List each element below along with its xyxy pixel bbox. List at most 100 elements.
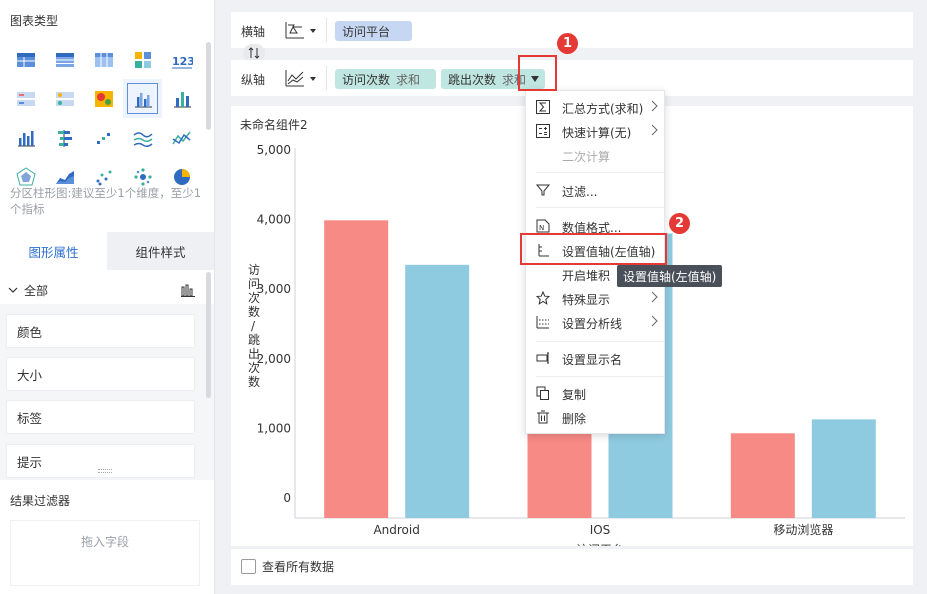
highlight-box-value-axis: [520, 233, 667, 265]
y-axis-label: 纵轴: [241, 73, 266, 87]
rename-icon: [536, 352, 549, 364]
highlight-box-dropdown: [518, 55, 557, 91]
menu-item-label: 复制: [562, 388, 587, 402]
show-all-data[interactable]: 查看所有数据: [241, 558, 334, 575]
x-field-pill[interactable]: 访问平台: [335, 21, 412, 41]
step-badge-2: 2: [669, 213, 690, 234]
menu-divider: [536, 207, 664, 208]
menu-item-analysis-line[interactable]: 设置分析线: [526, 310, 666, 334]
waterfall-icon[interactable]: [84, 118, 123, 157]
x-tick-label: 移动浏览器: [773, 522, 833, 537]
property-size[interactable]: 大小: [6, 357, 195, 391]
color-block-icon[interactable]: [123, 40, 162, 79]
show-all-checkbox[interactable]: [241, 559, 256, 574]
menu-divider: [536, 376, 664, 377]
x-field-label: 访问平台: [342, 24, 391, 39]
bar-chart-icon[interactable]: [180, 282, 196, 298]
chart-type-scrollbar[interactable]: [206, 42, 211, 130]
step-badge-1: 1: [557, 33, 578, 54]
menu-item-display-name[interactable]: 设置显示名: [526, 346, 666, 370]
divider: [326, 66, 327, 90]
y-field-pill-visits[interactable]: 访问次数 求和: [335, 69, 436, 89]
show-all-label: 查看所有数据: [262, 560, 335, 574]
x-axis-label: 横轴: [241, 25, 266, 39]
menu-item-aggregation[interactable]: 汇总方式(求和): [526, 95, 666, 119]
menu-item-label: 二次计算: [562, 150, 611, 164]
bar-visits: [324, 220, 389, 518]
filter-drop-zone[interactable]: 拖入字段: [10, 520, 200, 586]
menu-item-label: 设置显示名: [562, 353, 623, 367]
bar-bounces: [811, 419, 876, 518]
chart-type-grid: 123: [6, 40, 202, 196]
left-panel: 图表类型 123 分区柱形图:建议至少1个维度，至少1个指标 图形属性 组件样式: [0, 0, 215, 594]
tooltip: 设置值轴(左值轴): [617, 265, 723, 287]
property-tabs: 图形属性 组件样式: [0, 232, 214, 270]
menu-item-copy[interactable]: 复制: [526, 381, 666, 405]
y-tick-label: 2,000: [257, 352, 291, 366]
heatmap-icon[interactable]: [84, 79, 123, 118]
copy-icon: [536, 386, 549, 400]
chevron-right-icon: [651, 315, 658, 327]
y-tick-label: 4,000: [257, 213, 291, 227]
y-tick-label: 5,000: [257, 143, 291, 157]
y-tick-label: 1,000: [257, 421, 291, 435]
menu-divider: [536, 341, 664, 342]
menu-item-delete[interactable]: 删除: [526, 405, 666, 429]
star-icon: [536, 291, 550, 305]
y-axis-chart-icon[interactable]: [284, 67, 306, 89]
property-color[interactable]: 颜色: [6, 314, 195, 348]
horizontal-bar-icon[interactable]: [45, 118, 84, 157]
tab-component-style[interactable]: 组件样式: [107, 232, 214, 270]
group-table-icon[interactable]: [45, 40, 84, 79]
property-scrollbar[interactable]: [206, 272, 211, 398]
indicator-card-icon[interactable]: [45, 79, 84, 118]
menu-item-label: 汇总方式(求和): [562, 102, 644, 116]
grouped-bar-icon[interactable]: [123, 79, 162, 118]
y-field-name: 跳出次数: [448, 72, 497, 87]
menu-item-label: 特殊显示: [562, 293, 611, 307]
y-field-name: 访问次数: [342, 72, 391, 87]
menu-item-label: 快速计算(无): [562, 126, 632, 140]
property-all-label: 全部: [24, 283, 49, 298]
swap-icon: [248, 47, 260, 59]
menu-item-filter[interactable]: 过滤...: [526, 178, 666, 202]
calc-icon: [536, 124, 550, 138]
property-label[interactable]: 标签: [6, 400, 195, 434]
analysis-line-icon: [536, 316, 549, 329]
y-tick-label: 3,000: [257, 282, 291, 296]
x-tick-label: Android: [373, 523, 419, 537]
y-axis-dropdown-caret[interactable]: [310, 77, 316, 81]
tab-graphic-properties[interactable]: 图形属性: [0, 232, 107, 270]
menu-item-label: 删除: [562, 412, 587, 426]
data-card-icon[interactable]: [6, 79, 45, 118]
chevron-right-icon: [651, 291, 658, 303]
menu-divider: [536, 172, 664, 173]
bar-bounces: [405, 264, 470, 518]
resize-grip-icon[interactable]: [98, 469, 112, 473]
cross-table-icon[interactable]: [84, 40, 123, 79]
menu-item-label: 设置分析线: [562, 317, 623, 331]
result-filter-title: 结果过滤器: [10, 494, 71, 508]
x-axis-chart-icon[interactable]: [284, 19, 306, 41]
delete-icon: [537, 410, 549, 424]
menu-item-special-display[interactable]: 特殊显示: [526, 286, 666, 310]
x-axis-dropdown-caret[interactable]: [310, 29, 316, 33]
kpi-number-icon[interactable]: 123: [162, 40, 201, 79]
stacked-bar-icon[interactable]: [162, 79, 201, 118]
chart-type-description: 分区柱形图:建议至少1个维度，至少1个指标: [10, 186, 202, 216]
table-chart-icon[interactable]: [6, 40, 45, 79]
chevron-right-icon: [651, 124, 658, 136]
property-all-header[interactable]: 全部: [8, 280, 198, 300]
menu-item-label: 开启堆积: [562, 269, 611, 283]
number-format-icon: N: [536, 219, 550, 233]
line-chart-icon[interactable]: [123, 118, 162, 157]
x-axis-title: 访问平台: [576, 542, 624, 546]
sigma-icon: [536, 100, 550, 114]
y-tick-label: 0: [283, 491, 291, 505]
svg-text:123: 123: [172, 55, 193, 68]
bar-chart-icon[interactable]: [6, 118, 45, 157]
y-axis-title: 访问次数/跳出次数: [248, 263, 260, 389]
bar-visits: [730, 433, 795, 518]
menu-item-quick-calc[interactable]: 快速计算(无): [526, 119, 666, 143]
polyline-chart-icon[interactable]: [162, 118, 201, 157]
